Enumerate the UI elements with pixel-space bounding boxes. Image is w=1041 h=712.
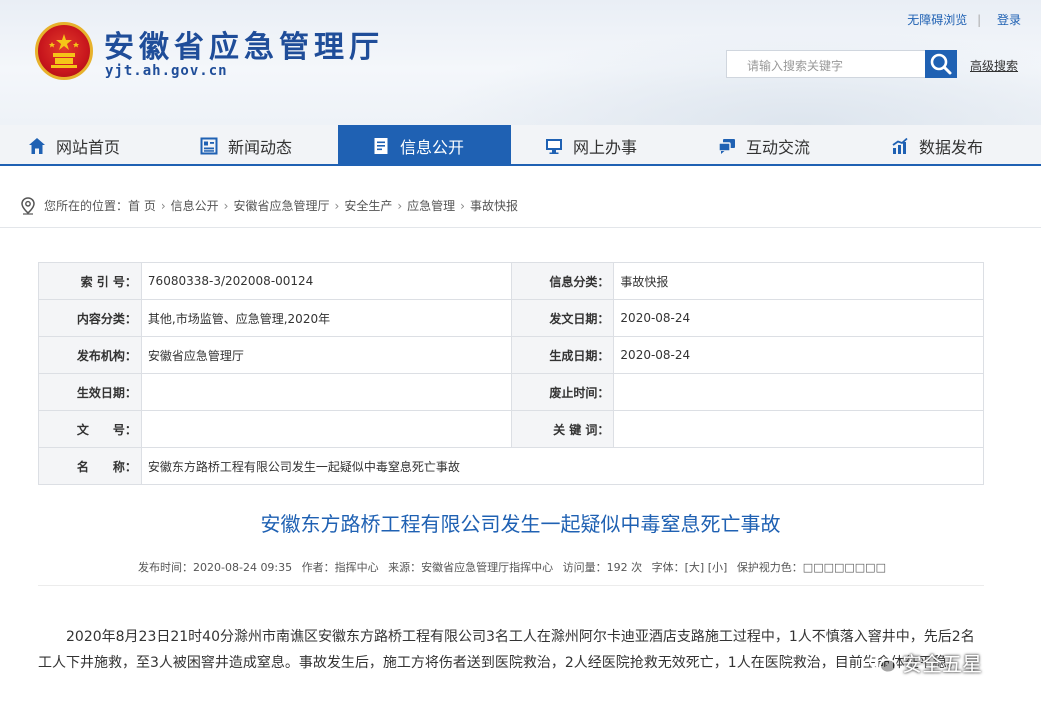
top-links-separator: |	[977, 13, 982, 27]
document-icon	[374, 137, 388, 154]
meta-value-category: 事故快报	[613, 262, 984, 300]
meta-key: 发文日期：	[510, 299, 615, 337]
meta-value-publisher: 安徽省应急管理厅	[140, 336, 512, 374]
meta-value-doc-no	[140, 410, 512, 448]
breadcrumb-prefix: 您所在的位置：	[44, 199, 129, 213]
login-link[interactable]: 登录	[997, 13, 1021, 27]
breadcrumb-separator: ›	[223, 198, 229, 213]
meta-key: 关 键 词：	[510, 410, 615, 448]
meta-value-name: 安徽东方路桥工程有限公司发生一起疑似中毒窒息死亡事故	[140, 447, 985, 485]
location-pin-icon	[21, 196, 35, 215]
breadcrumb-separator: ›	[397, 198, 403, 213]
meta-key: 信息分类：	[510, 262, 615, 300]
breadcrumb-item-department[interactable]: 安徽省应急管理厅	[233, 197, 329, 214]
table-row: 索 引 号： 76080338-3/202008-00124 信息分类： 事故快…	[38, 262, 984, 300]
main-nav: 网站首页 新闻动态 信息公开 网上办事 互动交流 数据发布	[0, 125, 1041, 166]
site-header: 安徽省应急管理厅 yjt.ah.gov.cn 无障碍浏览 | 登录 请输入搜索关…	[0, 0, 1041, 125]
breadcrumb-separator: ›	[160, 198, 166, 213]
meta-key: 发布机构：	[38, 336, 142, 374]
meta-key: 废止时间：	[510, 373, 615, 411]
wechat-watermark: 安全五星	[868, 648, 982, 677]
chat-icon	[718, 138, 735, 154]
site-url: yjt.ah.gov.cn	[105, 63, 228, 79]
meta-value-expire	[613, 373, 984, 411]
top-links: 无障碍浏览 | 登录	[901, 11, 1021, 28]
search-icon	[930, 53, 952, 75]
search-button[interactable]	[925, 50, 957, 78]
table-row: 文 号： 关 键 词：	[38, 410, 984, 448]
breadcrumb-item-emergency[interactable]: 应急管理	[407, 197, 455, 214]
meta-key: 名 称：	[38, 447, 142, 485]
meta-key: 索 引 号：	[38, 262, 142, 300]
nav-item-home[interactable]: 网站首页	[0, 125, 172, 166]
wechat-icon	[869, 651, 897, 673]
advanced-search-link[interactable]: 高级搜索	[970, 57, 1018, 74]
meta-value-content: 其他,市场监管、应急管理,2020年	[140, 299, 512, 337]
meta-key: 生效日期：	[38, 373, 142, 411]
meta-value-effective	[140, 373, 512, 411]
author: 作者：指挥中心	[301, 561, 379, 574]
meta-key: 生成日期：	[510, 336, 615, 374]
meta-key: 文 号：	[38, 410, 142, 448]
breadcrumb-separator: ›	[460, 198, 465, 213]
breadcrumb-item-info-public[interactable]: 信息公开	[171, 197, 219, 214]
source: 来源：安徽省应急管理厅指挥中心	[388, 561, 554, 574]
nav-label: 互动交流	[746, 137, 811, 157]
nav-item-online-services[interactable]: 网上办事	[511, 125, 683, 166]
nav-item-info-public[interactable]: 信息公开	[338, 125, 511, 166]
breadcrumb-item-safety[interactable]: 安全生产	[344, 197, 392, 214]
meta-value-index-no: 76080338-3/202008-00124	[140, 262, 512, 300]
search-input[interactable]: 请输入搜索关键字	[726, 50, 926, 78]
breadcrumb: 您所在的位置： 首 页 › 信息公开 › 安徽省应急管理厅 › 安全生产 › 应…	[0, 184, 1041, 228]
breadcrumb-item-home[interactable]: 首 页	[128, 197, 156, 214]
nav-item-news[interactable]: 新闻动态	[172, 125, 344, 166]
table-row: 生效日期： 废止时间：	[38, 373, 984, 411]
watermark-text: 安全五星	[902, 652, 982, 676]
home-icon	[29, 137, 45, 154]
meta-value-keywords	[613, 410, 984, 448]
font-size-control[interactable]: 字体：[大] [小]	[652, 561, 728, 574]
nav-label: 信息公开	[400, 137, 465, 157]
breadcrumb-separator: ›	[334, 198, 340, 213]
table-row: 内容分类： 其他,市场监管、应急管理,2020年 发文日期： 2020-08-2…	[38, 299, 984, 337]
monitor-icon	[546, 138, 562, 154]
nav-item-data-release[interactable]: 数据发布	[855, 125, 1027, 166]
divider	[38, 585, 984, 586]
meta-value-issue-date: 2020-08-24	[613, 299, 984, 337]
document-meta-table: 索 引 号： 76080338-3/202008-00124 信息分类： 事故快…	[38, 262, 985, 485]
nav-label: 网站首页	[56, 137, 121, 157]
meta-key: 内容分类：	[38, 299, 142, 337]
nav-label: 网上办事	[573, 137, 638, 157]
table-row: 发布机构： 安徽省应急管理厅 生成日期： 2020-08-24	[38, 336, 984, 374]
publish-time: 发布时间：2020-08-24 09:35	[138, 561, 293, 574]
breadcrumb-item-accident-report[interactable]: 事故快报	[470, 197, 518, 214]
chart-icon	[892, 137, 908, 154]
meta-value-gen-date: 2020-08-24	[613, 336, 984, 374]
article-body: 2020年8月23日21时40分滁州市南谯区安徽东方路桥工程有限公司3名工人在滁…	[38, 629, 975, 671]
article-title: 安徽东方路桥工程有限公司发生一起疑似中毒窒息死亡事故	[260, 512, 781, 536]
view-count: 访问量：192 次	[562, 561, 643, 574]
nav-label: 数据发布	[919, 137, 984, 157]
table-row: 名 称： 安徽东方路桥工程有限公司发生一起疑似中毒窒息死亡事故	[38, 447, 985, 485]
news-icon	[200, 137, 218, 154]
nav-label: 新闻动态	[228, 137, 293, 157]
accessibility-link[interactable]: 无障碍浏览	[907, 13, 967, 27]
article-meta: 发布时间：2020-08-24 09:35 作者：指挥中心 来源：安徽省应急管理…	[0, 559, 1024, 575]
national-emblem-icon	[35, 22, 93, 80]
eye-protect-color-control[interactable]: 保护视力色：□□□□□□□□	[737, 561, 886, 574]
nav-item-interaction[interactable]: 互动交流	[683, 125, 855, 166]
site-title[interactable]: 安徽省应急管理厅	[104, 22, 384, 66]
